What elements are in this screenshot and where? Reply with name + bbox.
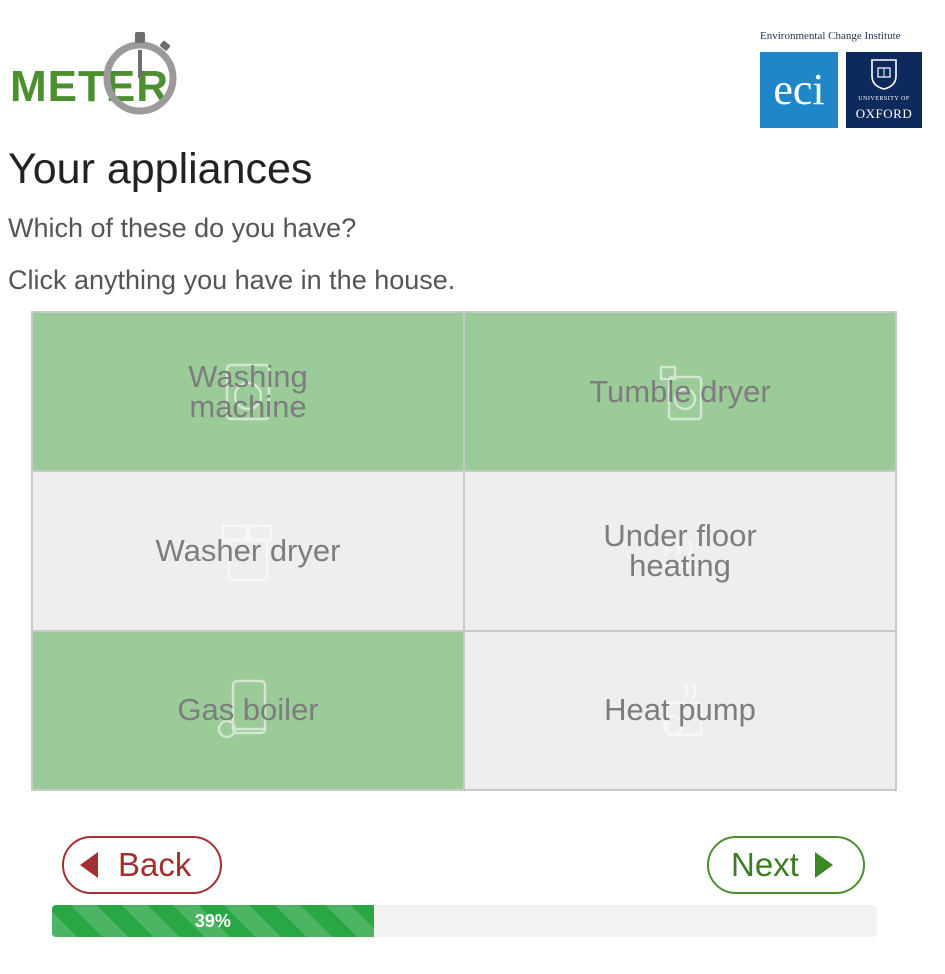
progress-fill: 39% <box>52 905 374 937</box>
appliance-tile-washer-dryer[interactable]: Washer dryer <box>32 471 464 631</box>
page-title: Your appliances <box>8 145 313 193</box>
eci-caption: Environmental Change Institute <box>760 30 901 42</box>
appliance-tile-gas-boiler[interactable]: Gas boiler <box>32 630 464 790</box>
progress-bar: 39% <box>52 905 877 937</box>
next-button[interactable]: Next <box>707 836 865 894</box>
instruction-text: Click anything you have in the house. <box>8 265 456 295</box>
appliance-grid: Washing machine Tumble dryer Washer drye… <box>31 311 897 791</box>
eci-oxford-logo: Environmental Change Institute eci UNIVE… <box>756 30 926 130</box>
appliance-tile-tumble-dryer[interactable]: Tumble dryer <box>464 312 896 472</box>
meter-logo: METER <box>8 30 183 116</box>
appliance-tile-washing-machine[interactable]: Washing machine <box>32 312 464 472</box>
arrow-left-icon <box>80 852 98 878</box>
eci-logo: eci <box>760 52 838 128</box>
oxford-big-text: OXFORD <box>855 106 913 121</box>
arrow-right-icon <box>814 852 833 878</box>
oxford-logo: UNIVERSITY OF OXFORD <box>846 52 922 128</box>
appliance-label: Heat pump <box>604 692 756 728</box>
appliance-label: Washer dryer <box>155 532 341 568</box>
appliance-label: Tumble dryer <box>589 373 771 409</box>
oxford-crest-icon <box>871 59 897 90</box>
stopwatch-icon <box>103 32 177 115</box>
oxford-small-text: UNIVERSITY OF <box>858 96 910 102</box>
next-button-label: Next <box>731 846 799 883</box>
back-button-label: Back <box>118 846 192 883</box>
appliance-label: Washing machine <box>188 358 308 424</box>
question-text: Which of these do you have? <box>8 213 357 243</box>
appliance-tile-heat-pump[interactable]: Heat pump <box>464 630 896 790</box>
appliance-label: Under floor heating <box>603 517 757 583</box>
appliance-label: Gas boiler <box>177 692 319 728</box>
progress-label: 39% <box>194 911 231 931</box>
appliance-tile-under-floor-heating[interactable]: Under floor heating <box>464 471 896 631</box>
back-button[interactable]: Back <box>62 836 222 894</box>
